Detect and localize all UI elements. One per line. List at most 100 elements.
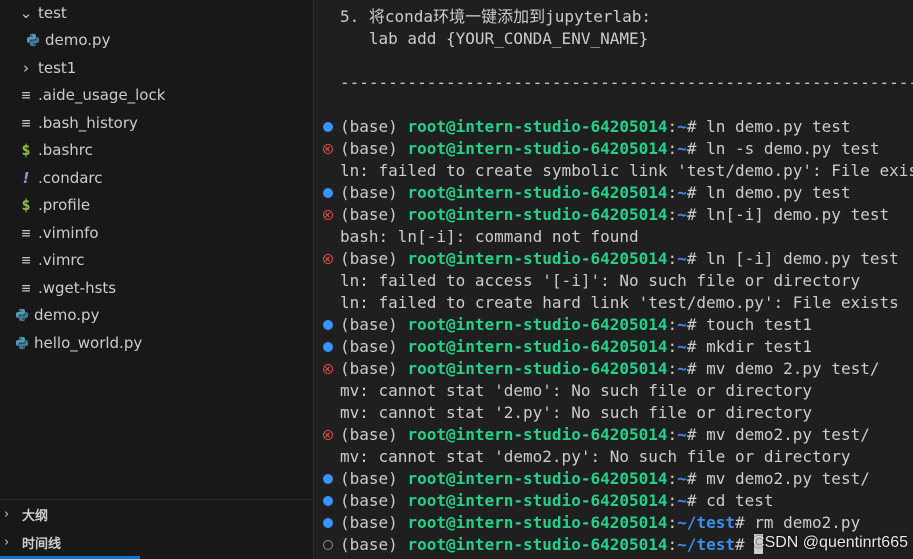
command-success-icon[interactable] (323, 342, 333, 352)
prompt-separator: : (667, 205, 678, 224)
tree-item[interactable]: ≡ .bash_history (0, 109, 313, 136)
prompt-path: ~/test (677, 535, 735, 554)
tree-item-label: demo.py (34, 306, 100, 324)
terminal-output-line: mv: cannot stat '2.py': No such file or … (314, 402, 913, 424)
prompt-symbol: # (686, 337, 707, 356)
command-text: mv demo 2.py test/ (706, 359, 880, 378)
terminal-command-line: (base) root@intern-studio-64205014:~# ln… (314, 116, 913, 138)
python-file-icon (14, 305, 30, 325)
tree-item[interactable]: hello_world.py (0, 329, 313, 356)
prompt-env: (base) (340, 535, 408, 554)
shell-file-icon: $ (21, 196, 31, 214)
tree-item[interactable]: demo.py (0, 302, 313, 329)
terminal-intro-line: 5. 将conda环境一键添加到jupyterlab: (314, 6, 913, 28)
tree-item-label: test (38, 3, 67, 22)
command-text: ln demo.py test (706, 183, 851, 202)
prompt-symbol: # (686, 183, 707, 202)
command-error-icon[interactable] (323, 210, 333, 220)
explorer-sidebar: ⌄ test demo.py › test1 ≡ .aide_usage_lock ≡ .bas… (0, 0, 313, 559)
tree-item[interactable]: ≡ .vimrc (0, 247, 313, 274)
terminal-text: (base) root@intern-studio-64205014:~/tes… (340, 534, 764, 556)
command-text: touch test1 (706, 315, 813, 334)
command-success-icon[interactable] (323, 320, 333, 330)
command-error-icon[interactable] (323, 144, 333, 154)
tree-item-label: .wget-hsts (38, 278, 117, 297)
terminal-panel[interactable]: 5. 将conda环境一键添加到jupyterlab: lab add {YOU… (314, 0, 913, 559)
section-header[interactable]: › 大纲 (0, 500, 313, 528)
chevron-down-icon: ⌄ (19, 3, 33, 22)
tree-item[interactable]: ≡ .aide_usage_lock (0, 82, 313, 109)
tree-item[interactable]: $ .bashrc (0, 137, 313, 164)
prompt-env: (base) (340, 205, 408, 224)
prompt-path: ~ (677, 249, 687, 268)
prompt-symbol: # (686, 205, 707, 224)
tree-item-label: .profile (38, 196, 91, 214)
command-success-icon[interactable] (323, 518, 333, 528)
terminal-text: 5. 将conda环境一键添加到jupyterlab: (340, 7, 652, 26)
prompt-separator: : (667, 491, 678, 510)
terminal-text: (base) root@intern-studio-64205014:~# mv… (340, 468, 870, 490)
prompt-env: (base) (340, 425, 408, 444)
terminal-text: (base) root@intern-studio-64205014:~# ln… (340, 116, 851, 138)
terminal-text: ln: failed to access '[-i]': No such fil… (340, 271, 861, 290)
section-header-label: 大纲 (22, 508, 49, 524)
command-error-icon[interactable] (323, 430, 333, 440)
terminal-text: (base) root@intern-studio-64205014:~# ln… (340, 248, 899, 270)
command-error-icon[interactable] (323, 364, 333, 374)
terminal-output-line: ln: failed to create symbolic link 'test… (314, 160, 913, 182)
tree-item-label: .vimrc (38, 251, 85, 269)
text-file-icon: ≡ (21, 223, 31, 242)
chevron-right-icon: › (4, 534, 10, 550)
tree-item[interactable]: demo.py (0, 27, 313, 54)
prompt-path: ~ (677, 359, 687, 378)
tree-item[interactable]: ! .condarc (0, 164, 313, 191)
tree-item-label: .condarc (38, 168, 103, 187)
prompt-path: ~ (677, 425, 687, 444)
command-pending-icon[interactable] (323, 540, 333, 550)
prompt-symbol: # (734, 513, 755, 532)
prompt-separator: : (667, 513, 678, 532)
tree-item[interactable]: › test1 (0, 54, 313, 81)
prompt-path: ~ (677, 491, 687, 510)
section-header[interactable]: › 时间线 (0, 528, 313, 556)
prompt-env: (base) (340, 359, 408, 378)
prompt-path: ~ (677, 469, 687, 488)
tree-item[interactable]: ≡ .viminfo (0, 219, 313, 246)
tree-item-label: .viminfo (38, 223, 99, 242)
prompt-separator: : (667, 469, 678, 488)
prompt-env: (base) (340, 315, 408, 334)
prompt-env: (base) (340, 469, 408, 488)
command-success-icon[interactable] (323, 122, 333, 132)
section-header-label: 时间线 (22, 536, 62, 552)
prompt-symbol: # (686, 117, 707, 136)
terminal-command-line: (base) root@intern-studio-64205014:~# cd… (314, 490, 913, 512)
prompt-host: root@intern-studio-64205014 (407, 469, 668, 488)
prompt-host: root@intern-studio-64205014 (407, 359, 668, 378)
tree-item[interactable]: $ .profile (0, 192, 313, 219)
command-success-icon[interactable] (323, 188, 333, 198)
prompt-host: root@intern-studio-64205014 (407, 139, 668, 158)
command-success-icon[interactable] (323, 474, 333, 484)
terminal-text: lab add {YOUR_CONDA_ENV_NAME} (340, 29, 649, 48)
prompt-symbol: # (734, 535, 755, 554)
terminal-output-line: ln: failed to create hard link 'test/dem… (314, 292, 913, 314)
prompt-env: (base) (340, 183, 408, 202)
terminal-command-line: (base) root@intern-studio-64205014:~# ln… (314, 204, 913, 226)
prompt-separator: : (667, 315, 678, 334)
text-file-icon: ≡ (21, 251, 31, 269)
command-success-icon[interactable] (323, 496, 333, 506)
tree-item[interactable]: ⌄ test (0, 0, 313, 26)
command-text: mv demo2.py test/ (706, 425, 870, 444)
command-text: mkdir test1 (706, 337, 813, 356)
prompt-host: root@intern-studio-64205014 (407, 337, 668, 356)
command-error-icon[interactable] (323, 254, 333, 264)
tree-item-label: .aide_usage_lock (38, 86, 166, 104)
prompt-env: (base) (340, 139, 408, 158)
sidebar-bottom-sections: › 大纲 › 时间线 (0, 499, 313, 559)
tree-item[interactable]: ≡ .wget-hsts (0, 274, 313, 301)
terminal-command-line: (base) root@intern-studio-64205014:~/tes… (314, 512, 913, 534)
terminal-text: bash: ln[-i]: command not found (340, 227, 639, 246)
terminal-text: mv: cannot stat 'demo': No such file or … (340, 381, 813, 400)
terminal-text: (base) root@intern-studio-64205014:~/tes… (340, 512, 860, 534)
terminal-text: (base) root@intern-studio-64205014:~# mv… (340, 424, 870, 446)
